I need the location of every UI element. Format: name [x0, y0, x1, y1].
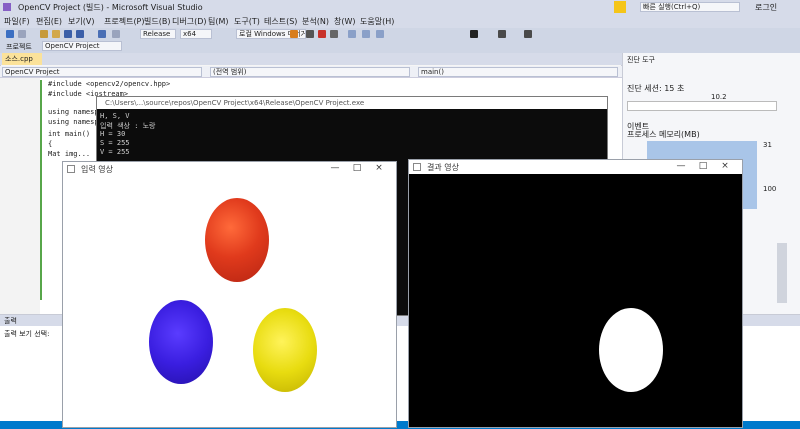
visual-studio-window: OpenCV Project (빌드) - Microsoft Visual S…	[0, 0, 800, 429]
close-icon[interactable]: ×	[714, 161, 736, 171]
solution-label: 프로젝트	[6, 43, 32, 51]
minimize-icon[interactable]: —	[324, 163, 346, 173]
nav-scope-combo[interactable]: (전역 범위)	[210, 67, 410, 77]
menu-project[interactable]: 프로젝트(P)	[104, 16, 145, 27]
memory-value-1: 10.2	[711, 93, 727, 101]
result-window-title: 결과 영상	[427, 163, 459, 172]
code-line-8: {	[48, 140, 53, 148]
change-marker	[40, 80, 42, 300]
scrollbar[interactable]	[777, 243, 787, 303]
nav-project-combo[interactable]: OpenCV Project	[2, 67, 202, 77]
menu-tools[interactable]: 도구(T)	[234, 16, 260, 27]
window-buttons: — □ ×	[670, 161, 736, 171]
step-into-icon[interactable]	[362, 30, 370, 38]
tool-icon-b[interactable]	[524, 30, 532, 38]
forward-icon[interactable]	[18, 30, 26, 38]
console-title: C:\Users\...\source\repos\OpenCV Project…	[97, 97, 607, 109]
restart-icon[interactable]	[330, 30, 338, 38]
code-line-9: Mat img...	[48, 150, 91, 158]
console-line-5: V = 255	[100, 148, 130, 156]
minimize-icon[interactable]: —	[670, 161, 692, 171]
menu-edit[interactable]: 편집(E)	[36, 16, 62, 27]
continue-icon[interactable]	[290, 30, 298, 38]
line-gutter	[0, 78, 40, 314]
step-out-icon[interactable]	[376, 30, 384, 38]
new-file-icon[interactable]	[40, 30, 48, 38]
maximize-icon[interactable]: □	[692, 161, 714, 171]
vs-logo-icon	[3, 3, 11, 11]
code-line-7: int main()	[48, 130, 91, 138]
save-all-icon[interactable]	[76, 30, 84, 38]
menu-view[interactable]: 보기(V)	[68, 16, 94, 27]
memory-value-3: 100	[763, 185, 777, 193]
stop-build-icon[interactable]	[470, 30, 478, 38]
yellow-ball	[253, 308, 317, 392]
input-image-window[interactable]: 입력 영상 — □ ×	[62, 161, 397, 428]
stop-icon[interactable]	[318, 30, 326, 38]
process-memory-label: 프로세스 메모리(MB)	[627, 130, 700, 139]
memory-value-2: 31	[763, 141, 772, 149]
menu-build[interactable]: 빌드(B)	[144, 16, 170, 27]
window-icon	[67, 165, 75, 173]
solution-toolbar: 프로젝트 OpenCV Project	[0, 40, 800, 53]
standard-toolbar: Release x64 로컬 Windows 디버거	[0, 28, 800, 40]
input-window-title: 입력 영상	[81, 165, 113, 174]
open-icon[interactable]	[52, 30, 60, 38]
timeline-ruler	[627, 101, 777, 111]
quick-launch-input[interactable]: 빠른 실행(Ctrl+Q)	[640, 2, 740, 12]
save-icon[interactable]	[64, 30, 72, 38]
pause-icon[interactable]	[306, 30, 314, 38]
close-icon[interactable]: ×	[368, 163, 390, 173]
console-line-3: H = 30	[100, 130, 126, 138]
menu-debug[interactable]: 디버그(D)	[172, 16, 206, 27]
tab-source-cpp[interactable]: 소스.cpp	[2, 53, 42, 65]
back-icon[interactable]	[6, 30, 14, 38]
menu-file[interactable]: 파일(F)	[4, 16, 30, 27]
menu-help[interactable]: 도움말(H)	[360, 16, 394, 27]
menu-analyze[interactable]: 분석(N)	[302, 16, 329, 27]
menu-window[interactable]: 창(W)	[334, 16, 356, 27]
tool-icon-a[interactable]	[498, 30, 506, 38]
navigation-bar: OpenCV Project (전역 범위) main()	[0, 66, 622, 78]
window-buttons: — □ ×	[324, 163, 390, 173]
blue-ball	[149, 300, 213, 384]
diagnostic-session: 진단 세션: 15 초	[627, 84, 685, 93]
console-line-4: S = 255	[100, 139, 130, 147]
solution-combo[interactable]: OpenCV Project	[42, 41, 122, 51]
code-line-1: #include <opencv2/opencv.hpp>	[48, 80, 171, 88]
mask-blob	[599, 308, 663, 392]
output-source-label: 출력 보기 선택:	[4, 330, 50, 338]
platform-select[interactable]: x64	[180, 29, 212, 39]
nav-member-combo[interactable]: main()	[418, 67, 618, 77]
result-window-titlebar[interactable]: 결과 영상 — □ ×	[409, 160, 742, 174]
console-line-1: H, S, V	[100, 112, 130, 120]
window-title: OpenCV Project (빌드) - Microsoft Visual S…	[18, 3, 203, 12]
step-over-icon[interactable]	[348, 30, 356, 38]
undo-icon[interactable]	[98, 30, 106, 38]
config-select[interactable]: Release	[140, 29, 176, 39]
menu-test[interactable]: 테스트(S)	[264, 16, 297, 27]
output-title: 출력	[4, 317, 17, 325]
input-window-titlebar[interactable]: 입력 영상 — □ ×	[63, 162, 396, 176]
user-login[interactable]: 로그인	[755, 2, 777, 13]
filter-icon[interactable]	[614, 1, 626, 13]
redo-icon[interactable]	[112, 30, 120, 38]
red-ball	[205, 198, 269, 282]
window-icon	[413, 163, 421, 171]
menu-bar: 파일(F) 편집(E) 보기(V) 프로젝트(P) 빌드(B) 디버그(D) 팀…	[0, 14, 800, 28]
maximize-icon[interactable]: □	[346, 163, 368, 173]
diagnostic-title: 진단 도구	[627, 56, 655, 64]
title-bar: OpenCV Project (빌드) - Microsoft Visual S…	[0, 0, 800, 14]
editor-tabs: 소스.cpp	[0, 53, 622, 65]
menu-team[interactable]: 팀(M)	[208, 16, 229, 27]
result-image-window[interactable]: 결과 영상 — □ ×	[408, 159, 743, 428]
